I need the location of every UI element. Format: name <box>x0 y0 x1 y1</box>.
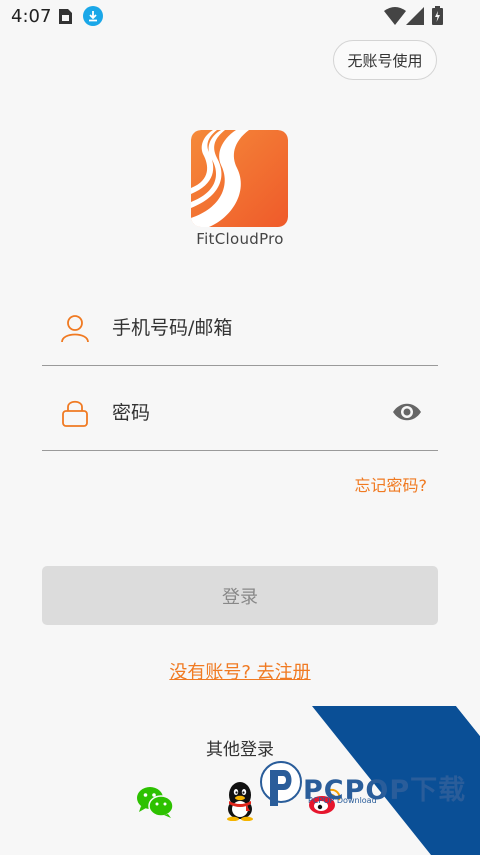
forgot-password-link[interactable]: 忘记密码? <box>355 472 428 496</box>
status-bar: 4:07 <box>0 0 480 32</box>
battery-icon <box>432 6 443 25</box>
eye-icon[interactable] <box>392 401 422 423</box>
download-icon <box>83 6 103 26</box>
phone-email-field[interactable] <box>42 280 438 366</box>
status-time: 4:07 <box>11 6 52 27</box>
login-button[interactable]: 登录 <box>42 566 438 625</box>
app-name: FitCloudPro <box>196 230 284 248</box>
watermark-subtitle: PCPOP Download <box>308 796 377 805</box>
use-without-account-button[interactable]: 无账号使用 <box>333 40 437 80</box>
wechat-icon[interactable] <box>136 786 174 818</box>
fitcloudpro-logo <box>191 130 288 227</box>
phone-email-input[interactable] <box>112 308 362 348</box>
register-link[interactable]: 没有账号? 去注册 <box>0 658 480 684</box>
signal-icon <box>406 7 424 25</box>
qq-icon[interactable] <box>224 781 256 821</box>
pcpop-logo-icon <box>260 761 302 806</box>
password-input[interactable] <box>112 393 362 433</box>
lock-icon <box>62 400 88 427</box>
sim-card-icon <box>59 9 72 24</box>
password-field[interactable] <box>42 365 438 451</box>
user-icon <box>61 315 89 343</box>
wifi-icon <box>384 7 406 25</box>
